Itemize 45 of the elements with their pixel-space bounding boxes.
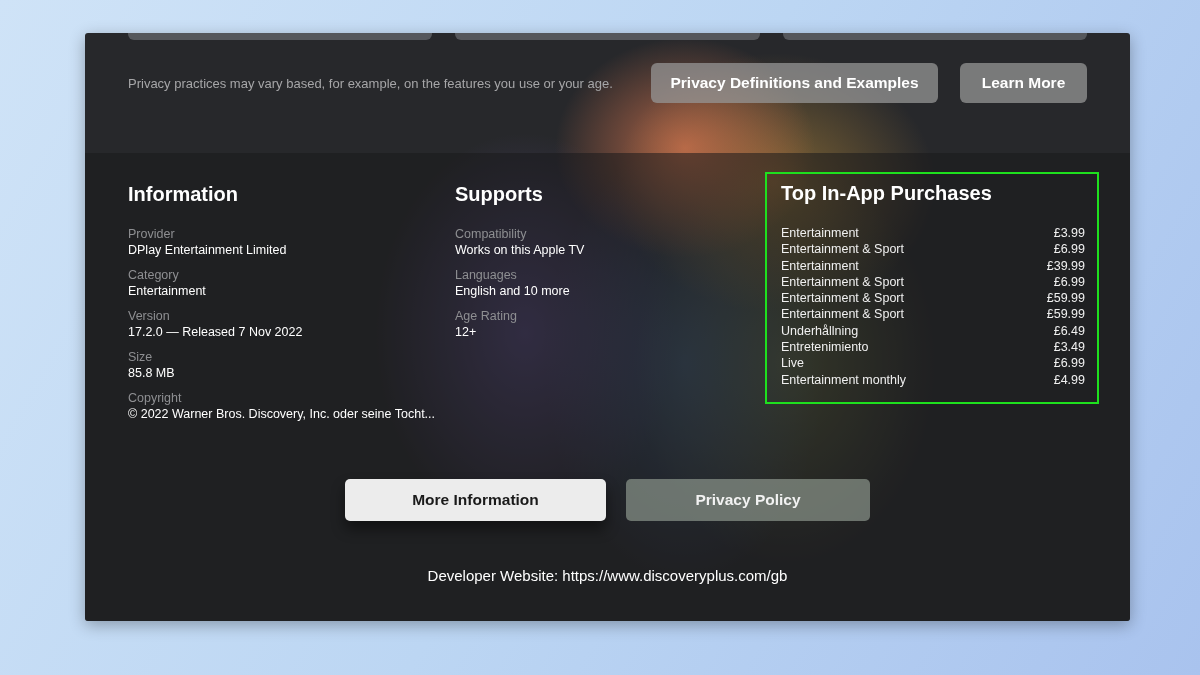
section-heading: Information [128, 183, 239, 206]
purchase-name: Entretenimiento [781, 339, 869, 356]
purchase-price: £59.99 [1046, 290, 1085, 307]
purchase-name: Entertainment [781, 225, 859, 242]
field-value: 17.2.0 — Released 7 Nov 2022 [128, 324, 304, 340]
developer-website[interactable]: Developer Website: https://www.discoveryplus.com/gb [128, 567, 1087, 584]
purchase-price: £4.99 [1053, 371, 1085, 388]
field-label: Version [128, 308, 171, 324]
field-label: Copyright [128, 390, 183, 406]
field-label: Category [128, 267, 180, 283]
purchase-price: £6.99 [1053, 355, 1085, 372]
purchase-name: Entertainment & Sport [781, 273, 904, 291]
purchase-name: Underhållning [781, 322, 859, 340]
purchase-name: Entertainment & Sport [781, 306, 904, 323]
purchase-price: £39.99 [1046, 257, 1085, 274]
field-label: Languages [455, 267, 518, 283]
purchase-name: Entertainment & Sport [781, 241, 904, 258]
purchase-price: £59.99 [1046, 306, 1085, 323]
purchase-name: Entertainment & Sport [781, 290, 904, 307]
action-button[interactable]: Privacy Policy [626, 479, 870, 521]
field-label: Size [128, 349, 154, 365]
privacy-note: Privacy practices may vary based, for example, on the features you use or your age. [128, 75, 614, 91]
field-value: Works on this Apple TV [455, 242, 586, 258]
purchase-name: Entertainment [781, 257, 859, 274]
purchase-price: £6.49 [1053, 322, 1085, 340]
purchase-price: £3.49 [1053, 339, 1085, 356]
purchase-name: Entertainment monthly [781, 371, 907, 388]
section-heading: Supports [455, 183, 544, 206]
field-value: DPlay Entertainment Limited [128, 242, 288, 258]
purchase-price: £3.99 [1053, 225, 1085, 242]
field-value: © 2022 Warner Bros. Discovery, Inc. oder seine Tocht... [128, 406, 432, 422]
privacy-button[interactable]: Privacy Definitions and Examples [651, 63, 938, 103]
purchase-name: Live [781, 355, 804, 372]
section-heading: Top In-App Purchases [781, 182, 993, 205]
field-value: 12+ [455, 324, 478, 340]
field-label: Age Rating [455, 308, 518, 324]
purchase-price: £6.99 [1053, 273, 1085, 291]
purchase-price: £6.99 [1053, 241, 1085, 258]
field-label: Provider [128, 226, 176, 242]
field-value: English and 10 more [455, 283, 571, 299]
field-value: Entertainment [128, 283, 207, 299]
action-button[interactable]: More Information [345, 479, 606, 521]
field-label: Compatibility [455, 226, 528, 242]
privacy-button[interactable]: Learn More [960, 63, 1087, 103]
field-value: 85.8 MB [128, 365, 176, 381]
